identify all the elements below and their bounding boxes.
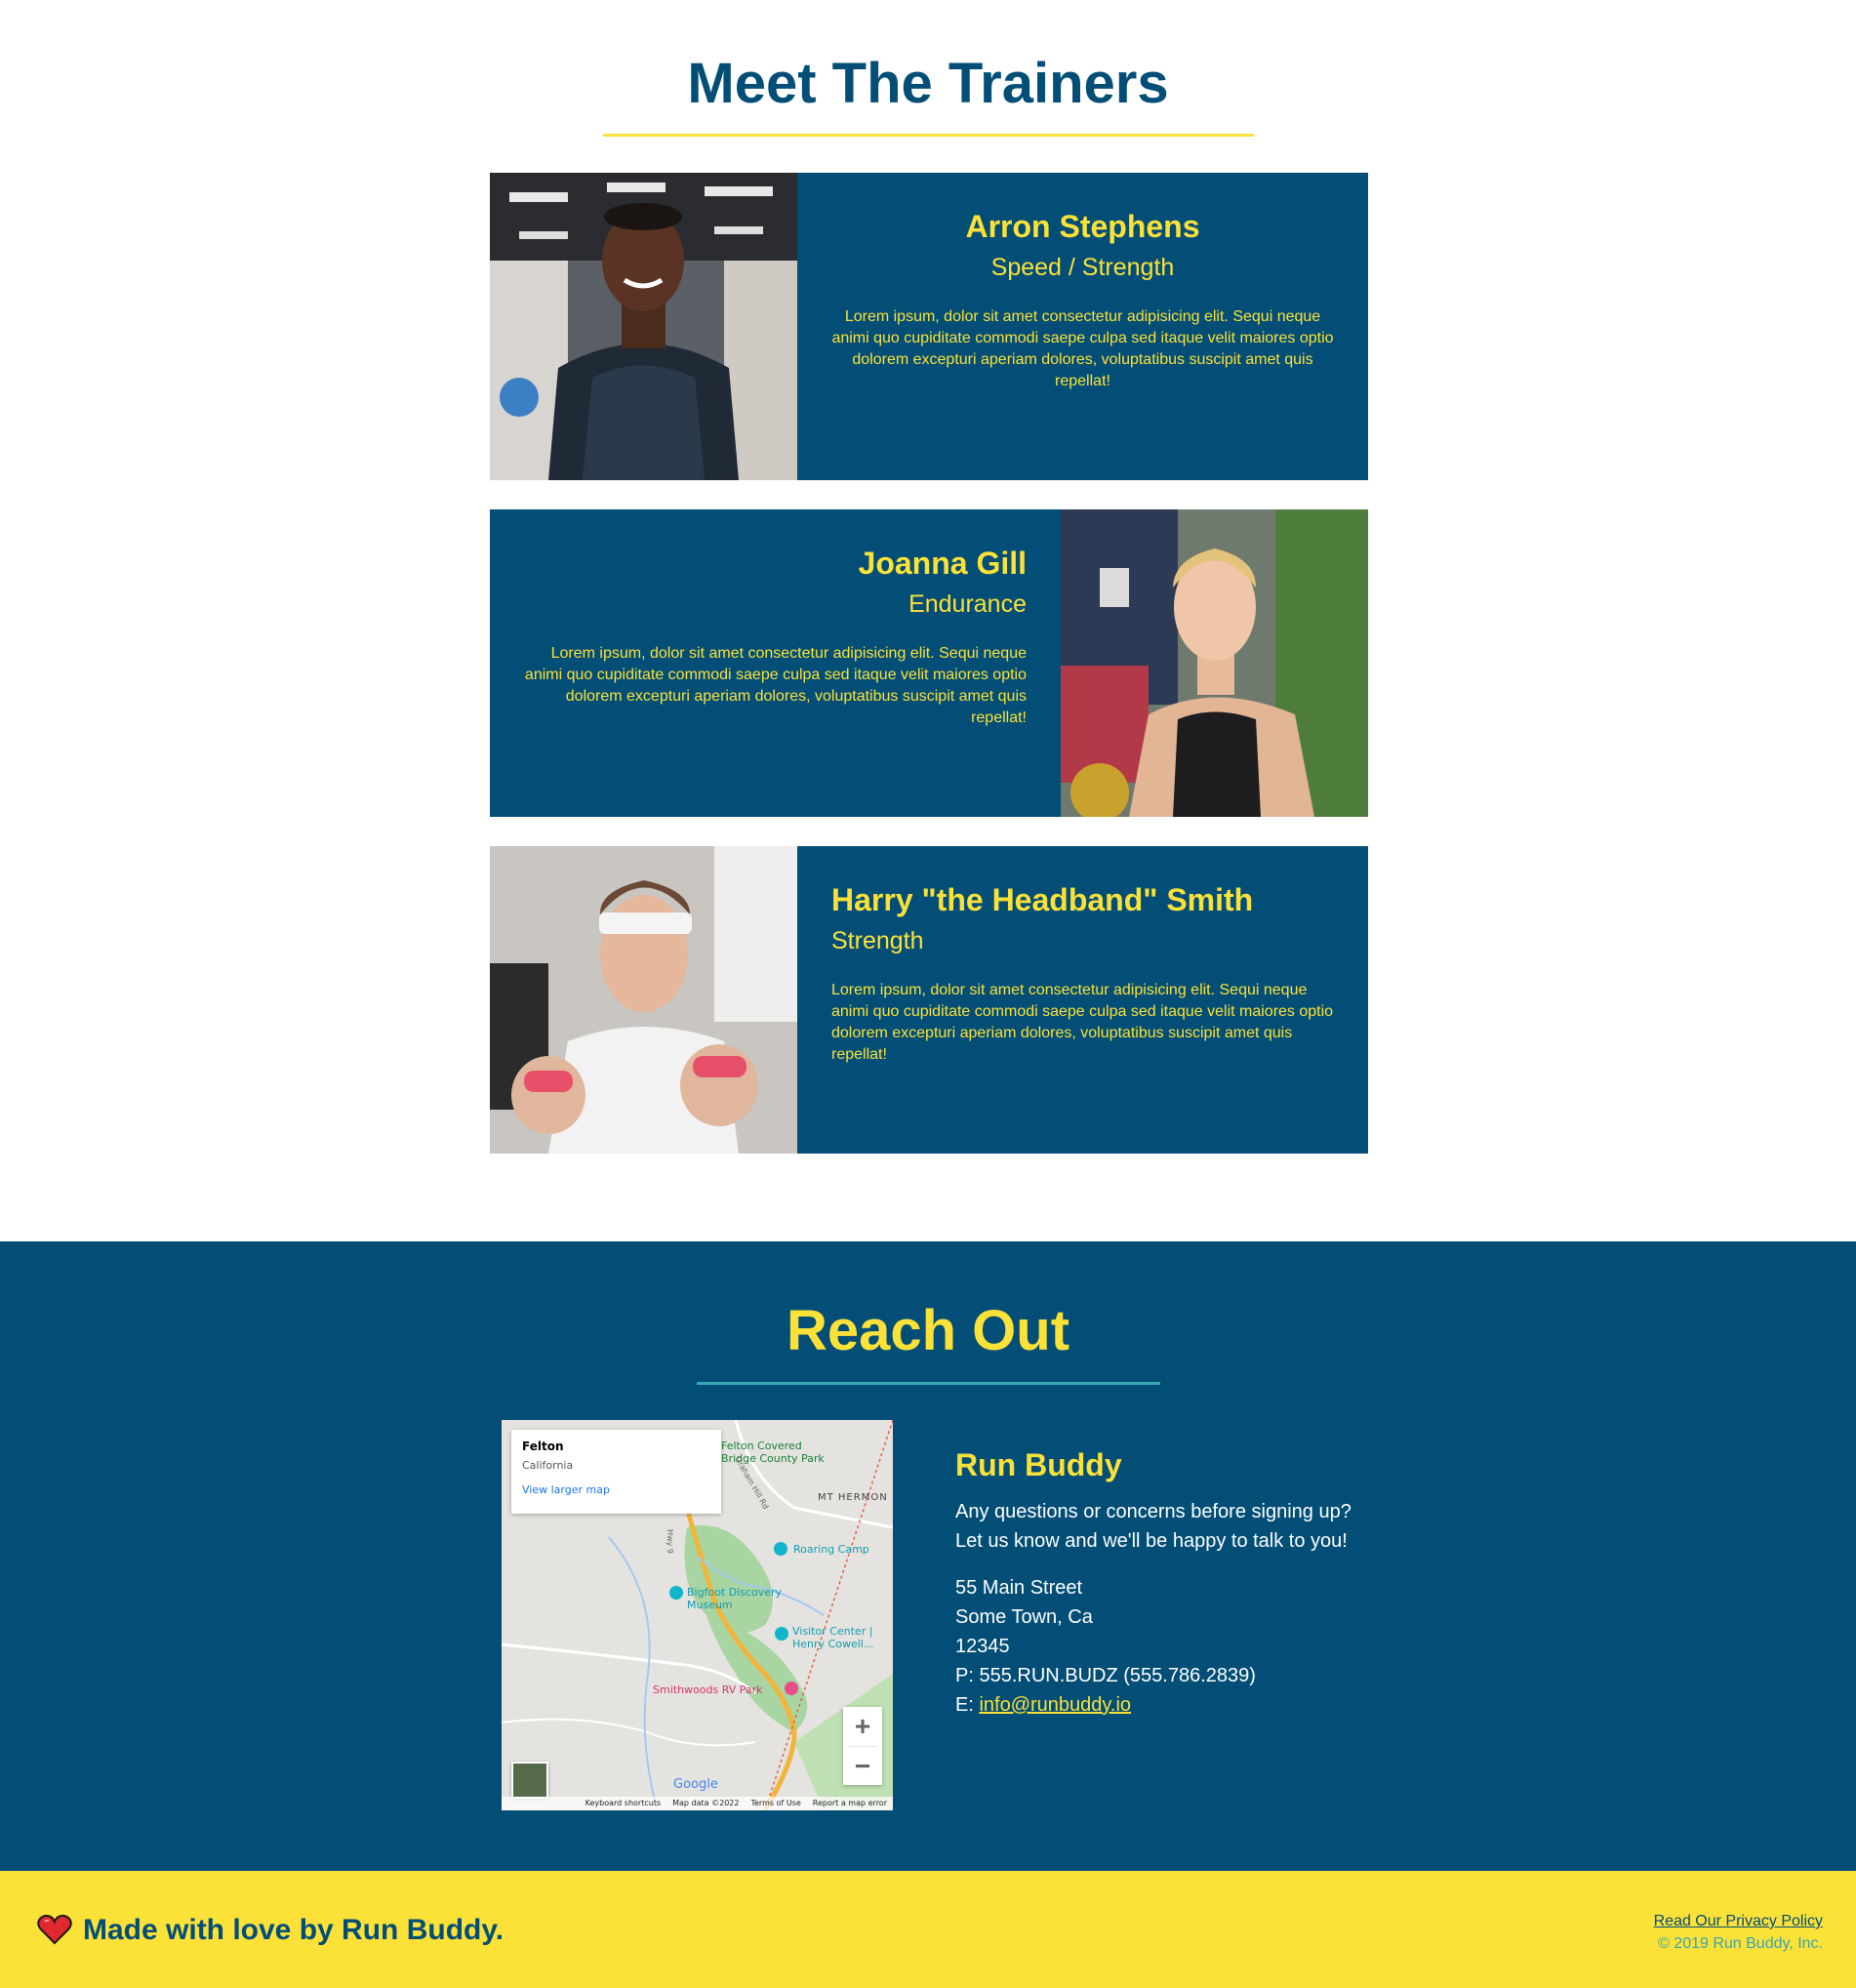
contact-intro-line: Let us know and we'll be happy to talk t…	[955, 1530, 1348, 1552]
contact-intro-line: Any questions or concerns before signing…	[955, 1501, 1352, 1522]
map-pin-icon[interactable]	[774, 1542, 787, 1556]
map-pin-icon[interactable]	[775, 1627, 788, 1641]
copyright-text: © 2019 Run Buddy, Inc.	[1658, 1935, 1823, 1952]
map-label-mt-hermon: MT HERMON	[818, 1492, 888, 1503]
map-region: California	[522, 1459, 574, 1472]
contact-address: 55 Main Street Some Town, Ca 12345 P: 55…	[955, 1573, 1404, 1720]
trainers-section: Meet The Trainers Arron Stephens Speed /…	[0, 0, 1856, 1241]
email-prefix: E:	[955, 1694, 980, 1716]
email-row: E: info@runbuddy.io	[955, 1690, 1404, 1720]
view-larger-map-link[interactable]: View larger map	[522, 1483, 710, 1496]
trainer-photo-arron	[490, 173, 797, 480]
trainer-photo-harry	[490, 846, 797, 1154]
trainer-info-harry: Harry "the Headband" Smith Strength Lore…	[797, 846, 1368, 1154]
address-city: Some Town, Ca	[955, 1606, 1093, 1628]
trainer-name: Arron Stephens	[965, 209, 1200, 244]
contact-intro: Any questions or concerns before signing…	[955, 1497, 1404, 1556]
made-with-love-text: Made with love by Run Buddy.	[83, 1914, 504, 1946]
map-pin-icon[interactable]	[785, 1682, 798, 1695]
trainer-card-joanna: Joanna Gill Endurance Lorem ipsum, dolor…	[490, 509, 1368, 817]
trainer-info-joanna: Joanna Gill Endurance Lorem ipsum, dolor…	[490, 509, 1061, 817]
map-pin-icon[interactable]	[669, 1586, 683, 1600]
map-label-smithwoods: Smithwoods RV Park	[653, 1684, 763, 1696]
trainer-role: Speed / Strength	[990, 254, 1175, 281]
email-link[interactable]: info@runbuddy.io	[979, 1694, 1131, 1716]
map-zoom-control: + −	[843, 1707, 882, 1785]
trainer-role: Endurance	[908, 590, 1027, 618]
title-divider	[697, 1382, 1160, 1385]
report-map-error-link[interactable]: Report a map error	[813, 1797, 887, 1810]
trainer-bio: Lorem ipsum, dolor sit amet consectetur …	[524, 645, 1027, 726]
map-place-name: Felton	[522, 1440, 564, 1453]
trainer-info-arron: Arron Stephens Speed / Strength Lorem ip…	[797, 173, 1368, 480]
map-label-roaring-camp: Roaring Camp	[793, 1543, 869, 1556]
trainer-bio: Lorem ipsum, dolor sit amet consectetur …	[831, 308, 1334, 389]
embedded-map[interactable]: Felton California View larger map Felton…	[502, 1420, 893, 1810]
trainer-photo-joanna	[1061, 509, 1368, 817]
trainer-card-arron: Arron Stephens Speed / Strength Lorem ip…	[490, 173, 1368, 480]
privacy-policy-link[interactable]: Read Our Privacy Policy	[1654, 1913, 1823, 1930]
google-logo: Google	[673, 1777, 718, 1792]
satellite-toggle[interactable]	[511, 1762, 548, 1799]
title-divider	[603, 134, 1254, 137]
map-label-bigfoot: Bigfoot Discovery Museum	[687, 1586, 783, 1611]
map-attribution: Keyboard shortcuts Map data ©2022 Terms …	[502, 1797, 893, 1810]
keyboard-shortcuts-link[interactable]: Keyboard shortcuts	[585, 1797, 661, 1810]
contact-section: Reach Out Felton California View larger …	[0, 1241, 1856, 1871]
phone-number: P: 555.RUN.BUDZ (555.786.2839)	[955, 1665, 1256, 1686]
map-data-text: Map data ©2022	[672, 1799, 740, 1807]
zoom-out-icon[interactable]: −	[843, 1747, 882, 1786]
trainer-name: Harry "the Headband" Smith	[831, 882, 1254, 917]
map-info-card: Felton California View larger map	[511, 1430, 721, 1514]
trainer-card-harry: Harry "the Headband" Smith Strength Lore…	[490, 846, 1368, 1154]
zoom-in-icon[interactable]: +	[843, 1707, 882, 1746]
map-label-visitor-center: Visitor Center | Henry Cowell...	[792, 1625, 874, 1650]
trainer-bio: Lorem ipsum, dolor sit amet consectetur …	[831, 982, 1334, 1063]
map-label-hwy9: Hwy 9	[665, 1529, 674, 1554]
trainer-role: Strength	[831, 927, 924, 954]
company-name: Run Buddy	[955, 1447, 1122, 1482]
trainer-name: Joanna Gill	[858, 546, 1027, 581]
heart-icon	[37, 1914, 72, 1945]
site-footer: Made with love by Run Buddy. Read Our Pr…	[0, 1871, 1856, 1988]
terms-of-use-link[interactable]: Terms of Use	[750, 1797, 800, 1810]
contact-title: Reach Out	[786, 1299, 1070, 1362]
address-zip: 12345	[955, 1636, 1010, 1657]
address-street: 55 Main Street	[955, 1577, 1083, 1599]
trainers-title: Meet The Trainers	[687, 52, 1169, 115]
contact-info: Run Buddy Any questions or concerns befo…	[955, 1446, 1404, 1720]
